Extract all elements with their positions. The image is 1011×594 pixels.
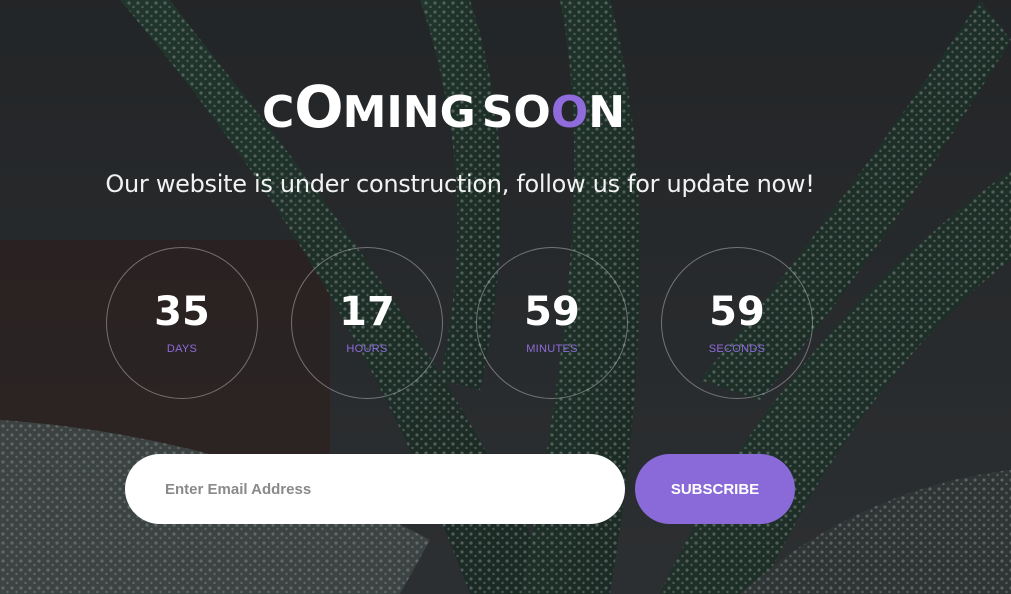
title-letter: O	[294, 73, 343, 141]
countdown-value: 35	[154, 289, 210, 335]
countdown-hours: 17 Hours	[291, 247, 443, 399]
countdown-days: 35 Days	[106, 247, 258, 399]
page-subtitle: Our website is under construction, follo…	[105, 170, 815, 198]
title-letter: MING	[342, 87, 476, 138]
countdown-seconds: 59 Seconds	[661, 247, 813, 399]
title-letter: O	[513, 87, 551, 138]
countdown-value: 59	[709, 289, 765, 335]
countdown-unit: Days	[166, 343, 198, 355]
title-letter-accent: O	[550, 87, 589, 138]
countdown-minutes: 59 Minutes	[476, 247, 628, 399]
title-letter: C	[262, 87, 295, 138]
countdown-unit: Seconds	[708, 343, 766, 355]
page-title: COMING SOON	[262, 78, 682, 138]
subscribe-button[interactable]: SUBSCRIBE	[635, 454, 795, 524]
countdown-value: 59	[524, 289, 580, 335]
countdown-value: 17	[339, 289, 395, 335]
countdown-unit: Minutes	[526, 343, 578, 355]
email-input[interactable]	[125, 454, 625, 524]
title-letter: N	[588, 87, 626, 138]
title-letter: S	[481, 87, 514, 138]
countdown-unit: Hours	[346, 343, 388, 355]
